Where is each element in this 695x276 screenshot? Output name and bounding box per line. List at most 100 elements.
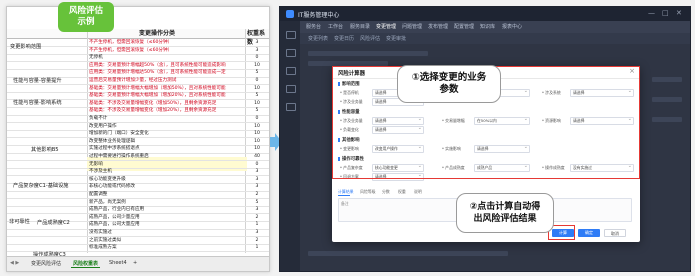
nav-item-release[interactable]: 发布管理 <box>428 23 448 30</box>
category-label: 性能与容量-容量提升 <box>13 78 62 84</box>
title-bar: IT服务管理中心 — □ ✕ <box>280 7 690 21</box>
table-cell-operation: 新产品，尚无案例 <box>89 199 126 205</box>
table-cell-operation: 无停机 <box>89 55 103 61</box>
row-divider <box>7 167 269 169</box>
sheet-prev-icon[interactable]: ◀ ▶ <box>10 260 19 266</box>
table-cell-operation: 无影响 <box>89 161 103 167</box>
table-cell-weight: 10 <box>254 85 260 91</box>
cancel-button[interactable]: 取消 <box>604 229 626 237</box>
table-cell-weight: 3 <box>255 176 259 182</box>
table-cell-operation: 基础类：不涉及交易量增幅变化（增加50%），且剩余资源充足 <box>89 100 217 106</box>
minimize-icon[interactable]: — <box>648 9 655 17</box>
table-cell-operation: 基础类：交易量预计增幅大幅增加（增加50%），且对系统性能可能 <box>89 85 226 91</box>
tab-score[interactable]: 分数 <box>382 189 390 195</box>
tab-weight[interactable]: 权重 <box>398 189 406 195</box>
background-placeholder <box>652 97 682 102</box>
callout-text: ②点击计算自动得 <box>469 202 541 212</box>
row-divider <box>7 236 269 238</box>
table-cell-weight: 1 <box>255 245 259 251</box>
background-placeholder <box>652 77 682 82</box>
maximize-icon[interactable]: □ <box>662 9 669 17</box>
sheet-tab-risk-weight[interactable]: 风险权重表 <box>71 260 101 268</box>
confirm-button[interactable]: 确定 <box>578 229 600 237</box>
table-cell-operation: 标准成熟方案 <box>89 245 117 251</box>
table-cell-operation: 增加新的门（端口）安全变化 <box>89 131 149 137</box>
row-divider <box>7 53 269 55</box>
app-title: IT服务管理中心 <box>298 12 340 19</box>
table-cell-operation: 非核心功能或代码修改 <box>89 184 135 190</box>
row-divider <box>7 122 269 124</box>
table-cell-operation: 没有实施过 <box>89 230 112 235</box>
settings-icon[interactable] <box>286 85 296 93</box>
row-divider <box>7 190 269 192</box>
nav-item-problem[interactable]: 问题管理 <box>402 23 422 30</box>
sidebar <box>280 21 300 271</box>
subnav-change-approval[interactable]: 变更审批 <box>386 35 406 42</box>
table-cell-operation: 之前实施过类似 <box>89 237 122 243</box>
row-divider <box>7 243 269 245</box>
list-icon[interactable] <box>286 49 296 57</box>
tab-notes[interactable]: 说明 <box>414 189 422 195</box>
row-divider <box>7 114 269 116</box>
callout-text: ①选择变更的业务 <box>411 72 487 83</box>
category-label: 其他影响B5 <box>31 147 59 153</box>
nav-item-catalog[interactable]: 服务目录 <box>350 23 370 30</box>
nav-item-config[interactable]: 配置管理 <box>454 23 474 30</box>
table-cell-operation: 成熟产品，行业内已有应用 <box>89 207 145 213</box>
nav-item-knowledge[interactable]: 知识库 <box>480 23 495 30</box>
category-label: 性能与容量-影响系统 <box>13 100 62 106</box>
badge-line-2: 示例 <box>77 17 95 27</box>
table-cell-weight: 10 <box>254 131 260 137</box>
table-cell-weight: 10 <box>254 100 260 106</box>
column-header-operation: 变更操作分类 <box>139 30 176 37</box>
table-cell-operation: 成熟产品，公司少量应用 <box>89 214 140 220</box>
table-cell-operation: 改变用户操作 <box>89 123 117 129</box>
column-divider <box>87 29 88 253</box>
table-cell-weight: 2 <box>255 214 259 220</box>
table-cell-weight: 5 <box>255 199 259 205</box>
add-sheet-button[interactable]: + <box>131 260 139 266</box>
table-cell-weight: 10 <box>254 62 260 68</box>
table-cell-weight: 3 <box>255 169 259 175</box>
table-cell-weight: 10 <box>254 123 260 129</box>
subnav-risk-assessment[interactable]: 风险评估 <box>360 35 380 42</box>
table-cell-operation: 基础类：交易量预计增幅大幅增加（增加20%），且对系统性能可能 <box>89 93 226 99</box>
table-cell-weight: 40 <box>254 154 260 159</box>
table-cell-weight: 5 <box>255 93 259 99</box>
table-cell-operation: 不产生停机，但需回滚恢复（≤60分钟） <box>89 47 173 53</box>
table-cell-weight: 3 <box>255 184 259 190</box>
nav-item-change[interactable]: 变更管理 <box>376 23 396 30</box>
table-cell-operation: 运营后交易量预计增加少量，经过压力测试 <box>89 78 177 83</box>
nav-item-reports[interactable]: 报表中心 <box>502 23 522 30</box>
sheet-tab-sheet4[interactable]: Sheet4 <box>107 260 129 266</box>
chart-icon[interactable] <box>286 67 296 75</box>
background-placeholder <box>308 251 508 256</box>
table-cell-operation: 实施过程中涉系统搭退点 <box>89 146 140 152</box>
subnav-change-calendar[interactable]: 变更日历 <box>334 35 354 42</box>
tab-risk-level[interactable]: 风险等级 <box>360 189 376 195</box>
remarks-label: 备注 <box>341 201 349 206</box>
table-cell-weight: 5 <box>255 108 259 114</box>
category-label: 非可靠性 <box>9 219 30 225</box>
table-cell-operation: 应用类：交易量预计增幅超50%（含），且可系统性能可能造成影响 <box>89 62 226 68</box>
row-divider <box>7 160 269 162</box>
close-window-icon[interactable]: ✕ <box>676 9 682 17</box>
table-cell-operation: 成熟产品，公司大量应用 <box>89 222 140 228</box>
table-cell-weight: 3 <box>255 40 259 45</box>
column-header-row <box>7 29 269 39</box>
table-cell-weight: 3 <box>255 207 259 213</box>
callout-select-parameters: ①选择变更的业务 参数 <box>397 65 501 103</box>
sheet-tab-change-risk[interactable]: 变更风险评估 <box>29 260 63 267</box>
table-cell-operation: 应用类：交易量预计增幅达50%（含），且可系统性能可能造成一定 <box>89 70 226 76</box>
nav-item-service-desk[interactable]: 服务台 <box>306 23 321 30</box>
table-cell-weight: 0 <box>255 55 259 61</box>
nav-item-workbench[interactable]: 工作台 <box>328 23 343 30</box>
user-icon[interactable] <box>286 103 296 111</box>
table-cell-weight: 2 <box>255 237 259 243</box>
app-window: IT服务管理中心 — □ ✕ 服务台 工作台 服务目录 变更管理 问题管理 发布… <box>279 6 691 272</box>
subnav-change-list[interactable]: 变更列表 <box>308 35 328 42</box>
table-cell-operation: 改变整体业务处理逻辑 <box>89 138 135 144</box>
table-cell-operation: 过程中需要进行操作系统重启 <box>89 154 149 159</box>
home-icon[interactable] <box>286 31 296 39</box>
sub-nav: 变更列表 变更日历 风险评估 变更审批 <box>300 33 690 44</box>
